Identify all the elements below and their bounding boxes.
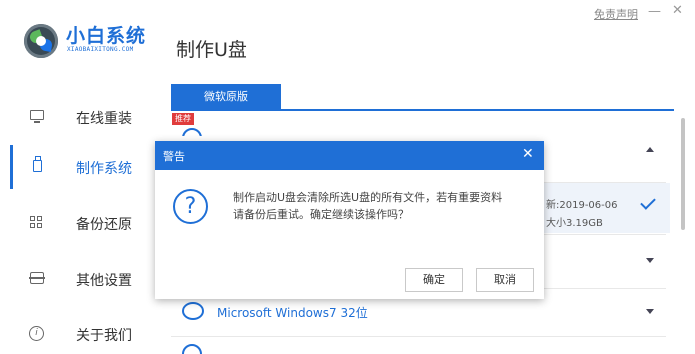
expand-arrow-icon[interactable] — [646, 258, 654, 263]
sidebar-item-label: 备份还原 — [76, 217, 132, 233]
dialog-close-button[interactable]: ✕ — [522, 146, 534, 162]
grid-icon — [30, 216, 43, 229]
os-size: 大小3.19GB — [546, 218, 603, 229]
dialog-message-line: 制作启动U盘会清除所选U盘的所有文件，若有重要资料 — [233, 191, 503, 204]
box-icon — [29, 272, 45, 284]
sidebar-item-label: 制作系统 — [76, 161, 132, 177]
minimize-button[interactable]: — — [648, 4, 661, 19]
logo-icon — [24, 24, 58, 58]
os-icon — [182, 302, 204, 320]
sidebar-item-label: 关于我们 — [76, 328, 132, 344]
recommend-badge: 推荐 — [172, 113, 194, 125]
tab-microsoft-original[interactable]: 微软原版 — [171, 84, 281, 110]
collapse-arrow-icon[interactable] — [646, 147, 654, 152]
disclaimer-link[interactable]: 免责声明 — [594, 6, 638, 22]
sidebar-item-make-system[interactable]: 制作系统 — [0, 146, 160, 190]
info-icon: i — [29, 326, 44, 341]
close-window-button[interactable]: ✕ — [672, 3, 683, 18]
sidebar-item-about-us[interactable]: i 关于我们 — [0, 313, 160, 354]
usb-icon — [33, 156, 42, 172]
dialog-header: 警告 ✕ — [155, 141, 544, 170]
sidebar-item-backup-restore[interactable]: 备份还原 — [0, 202, 160, 246]
os-icon — [182, 344, 202, 354]
tab-underline — [171, 109, 674, 111]
row-divider — [171, 336, 666, 337]
sidebar-item-online-reinstall[interactable]: 在线重装 — [0, 96, 160, 140]
dialog-message-line: 请备份后重试。确定继续该操作吗？ — [233, 208, 409, 221]
confirm-button[interactable]: 确定 — [405, 268, 463, 292]
dialog-title: 警告 — [163, 150, 185, 163]
scrollbar[interactable] — [681, 118, 685, 230]
cancel-button[interactable]: 取消 — [476, 268, 534, 292]
monitor-icon — [30, 110, 44, 123]
os-item-label[interactable]: Microsoft Windows7 32位 — [217, 304, 368, 321]
warning-dialog: 警告 ✕ ? 制作启动U盘会清除所选U盘的所有文件，若有重要资料 请备份后重试。… — [155, 141, 544, 299]
brand-name: 小白系统 — [66, 25, 147, 47]
sidebar-item-other-settings[interactable]: 其他设置 — [0, 258, 160, 302]
dialog-message: 制作启动U盘会清除所选U盘的所有文件，若有重要资料 请备份后重试。确定继续该操作… — [233, 189, 533, 223]
expand-arrow-icon[interactable] — [646, 309, 654, 314]
os-update-date: 新:2019-06-06 — [546, 200, 618, 211]
brand-subtitle: XIAOBAIXITONG.COM — [67, 46, 134, 53]
sidebar-item-label: 在线重装 — [76, 111, 132, 127]
page-title: 制作U盘 — [176, 39, 247, 61]
question-icon: ? — [173, 189, 208, 224]
sidebar-item-label: 其他设置 — [76, 273, 132, 289]
